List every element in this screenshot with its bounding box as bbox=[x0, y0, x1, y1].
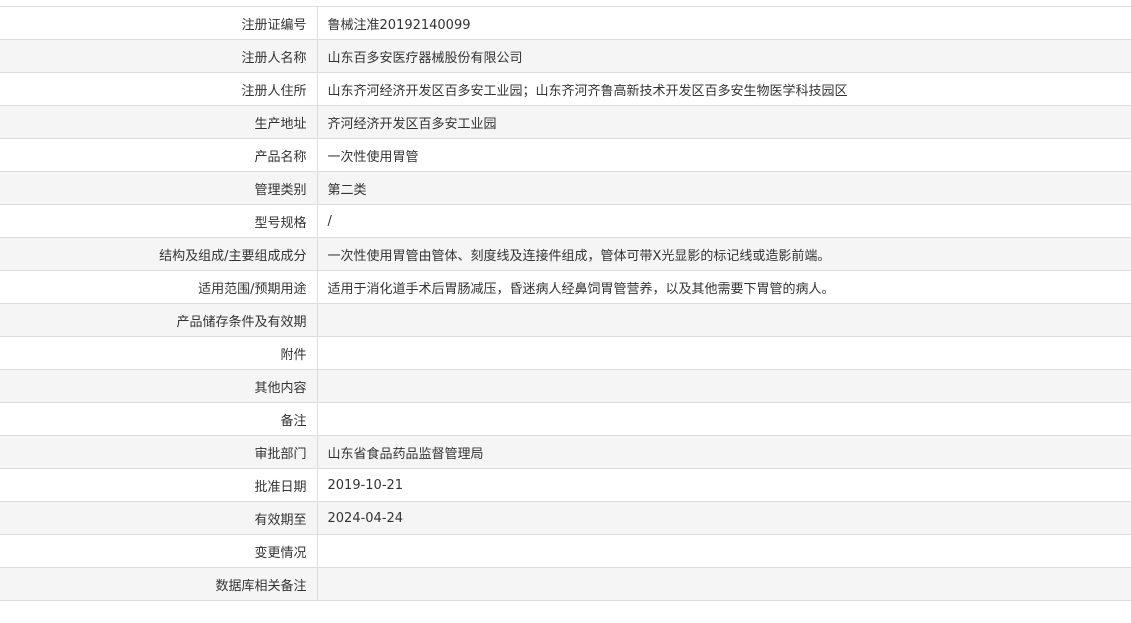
row-value: 鲁械注准20192140099 bbox=[317, 6, 1131, 40]
row-label: 变更情况 bbox=[0, 534, 318, 568]
row-label: 注册证编号 bbox=[0, 6, 318, 40]
row-value bbox=[317, 402, 1131, 436]
row-value: 山东百多安医疗器械股份有限公司 bbox=[317, 39, 1131, 73]
table-row: 注册人住所 山东齐河经济开发区百多安工业园；山东齐河齐鲁高新技术开发区百多安生物… bbox=[0, 72, 1131, 106]
row-label: 结构及组成/主要组成成分 bbox=[0, 237, 318, 271]
row-value: / bbox=[317, 204, 1131, 238]
row-label: 附件 bbox=[0, 336, 318, 370]
row-value: 一次性使用胃管 bbox=[317, 138, 1131, 172]
table-row: 附件 bbox=[0, 336, 1131, 370]
row-value: 2024-04-24 bbox=[317, 501, 1131, 535]
registration-detail: 注册证编号 鲁械注准20192140099 注册人名称 山东百多安医疗器械股份有… bbox=[0, 0, 1131, 601]
row-label: 型号规格 bbox=[0, 204, 318, 238]
row-label: 注册人名称 bbox=[0, 39, 318, 73]
table-row: 变更情况 bbox=[0, 534, 1131, 568]
table-row: 其他内容 bbox=[0, 369, 1131, 403]
row-label: 产品名称 bbox=[0, 138, 318, 172]
row-value: 山东省食品药品监督管理局 bbox=[317, 435, 1131, 469]
row-label: 批准日期 bbox=[0, 468, 318, 502]
table-row: 数据库相关备注 bbox=[0, 567, 1131, 601]
table-row: 生产地址 齐河经济开发区百多安工业园 bbox=[0, 105, 1131, 139]
row-label: 有效期至 bbox=[0, 501, 318, 535]
table-row: 审批部门 山东省食品药品监督管理局 bbox=[0, 435, 1131, 469]
table-row: 注册证编号 鲁械注准20192140099 bbox=[0, 6, 1131, 40]
row-label: 审批部门 bbox=[0, 435, 318, 469]
row-label: 注册人住所 bbox=[0, 72, 318, 106]
table-row: 结构及组成/主要组成成分 一次性使用胃管由管体、刻度线及连接件组成，管体可带X光… bbox=[0, 237, 1131, 271]
table-row: 适用范围/预期用途 适用于消化道手术后胃肠减压，昏迷病人经鼻饲胃管营养，以及其他… bbox=[0, 270, 1131, 304]
row-label: 备注 bbox=[0, 402, 318, 436]
row-label: 产品储存条件及有效期 bbox=[0, 303, 318, 337]
table-row: 备注 bbox=[0, 402, 1131, 436]
table-row: 注册人名称 山东百多安医疗器械股份有限公司 bbox=[0, 39, 1131, 73]
row-value bbox=[317, 336, 1131, 370]
table-row: 产品名称 一次性使用胃管 bbox=[0, 138, 1131, 172]
row-label: 生产地址 bbox=[0, 105, 318, 139]
row-value: 2019-10-21 bbox=[317, 468, 1131, 502]
row-value bbox=[317, 369, 1131, 403]
row-value: 第二类 bbox=[317, 171, 1131, 205]
table-row: 有效期至 2024-04-24 bbox=[0, 501, 1131, 535]
row-label: 管理类别 bbox=[0, 171, 318, 205]
table-row: 型号规格 / bbox=[0, 204, 1131, 238]
row-label: 适用范围/预期用途 bbox=[0, 270, 318, 304]
registration-table: 注册证编号 鲁械注准20192140099 注册人名称 山东百多安医疗器械股份有… bbox=[0, 6, 1131, 601]
row-value: 山东齐河经济开发区百多安工业园；山东齐河齐鲁高新技术开发区百多安生物医学科技园区 bbox=[317, 72, 1131, 106]
row-label: 其他内容 bbox=[0, 369, 318, 403]
row-value bbox=[317, 567, 1131, 601]
row-value bbox=[317, 534, 1131, 568]
table-row: 管理类别 第二类 bbox=[0, 171, 1131, 205]
row-label: 数据库相关备注 bbox=[0, 567, 318, 601]
table-row: 产品储存条件及有效期 bbox=[0, 303, 1131, 337]
table-row: 批准日期 2019-10-21 bbox=[0, 468, 1131, 502]
row-value: 适用于消化道手术后胃肠减压，昏迷病人经鼻饲胃管营养，以及其他需要下胃管的病人。 bbox=[317, 270, 1131, 304]
row-value: 一次性使用胃管由管体、刻度线及连接件组成，管体可带X光显影的标记线或造影前端。 bbox=[317, 237, 1131, 271]
row-value bbox=[317, 303, 1131, 337]
row-value: 齐河经济开发区百多安工业园 bbox=[317, 105, 1131, 139]
